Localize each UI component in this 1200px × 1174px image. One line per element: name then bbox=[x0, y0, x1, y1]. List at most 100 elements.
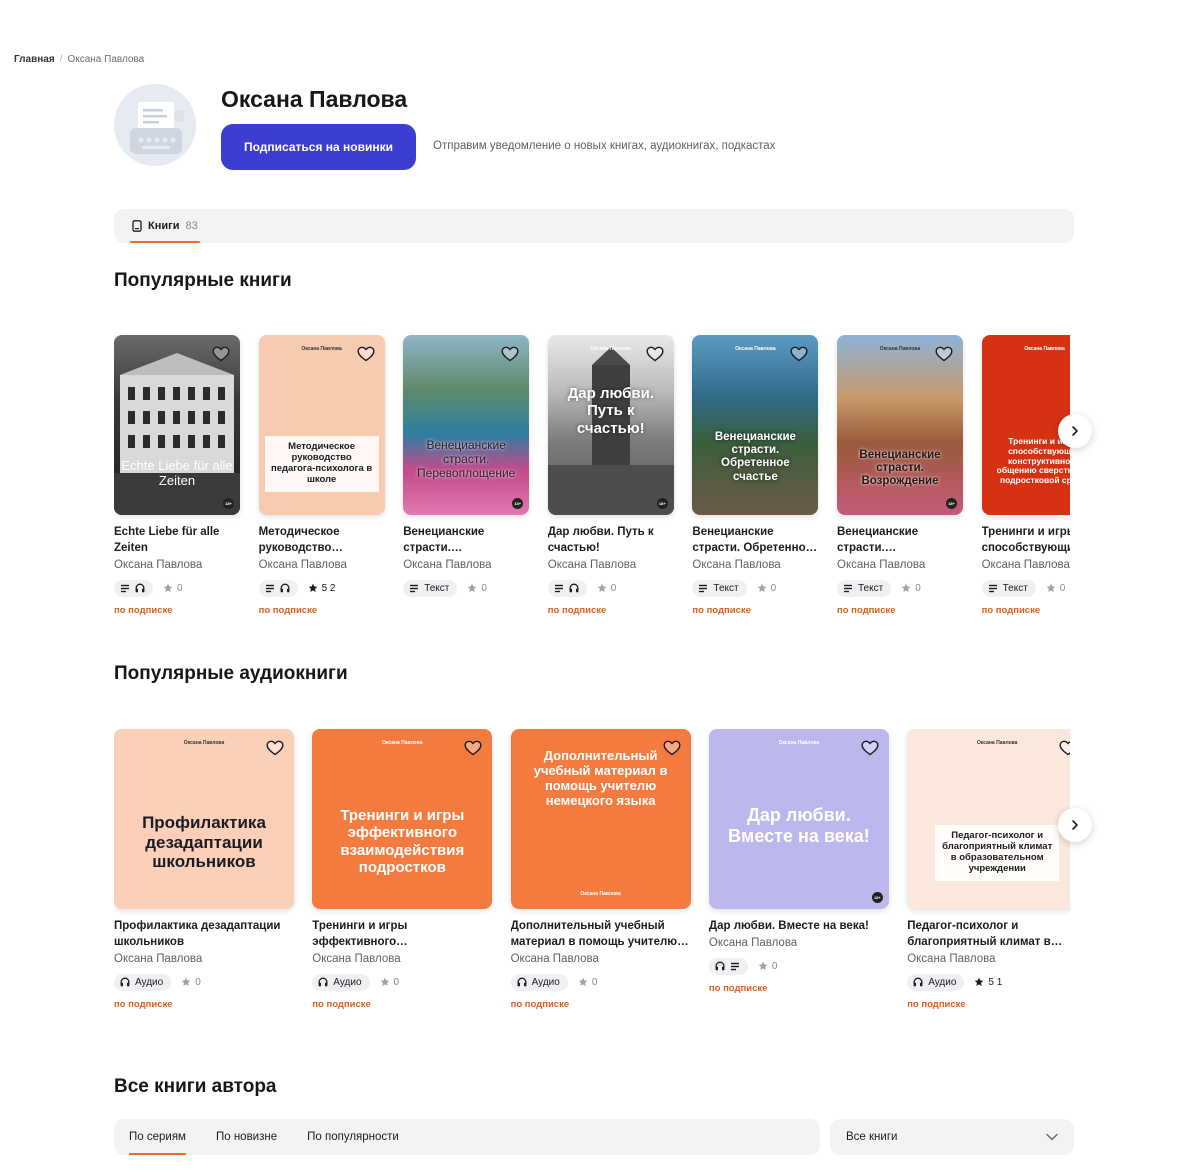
favorite-button[interactable] bbox=[789, 344, 809, 364]
rating-value: 0 bbox=[481, 582, 487, 594]
age-rating-badge: 18+ bbox=[512, 498, 524, 509]
rating-value: 5 2 bbox=[321, 582, 336, 594]
breadcrumb-separator: / bbox=[59, 54, 63, 65]
popular-books-track: Echte Liebe für alle Zeiten 18+ Echte Lieb… bbox=[114, 335, 1070, 635]
rating-value: 0 bbox=[770, 582, 777, 594]
book-cover[interactable]: Оксана Павлова Профилактика дезадаптации … bbox=[114, 729, 294, 909]
book-cover[interactable]: Оксана Павлова Педагог-психолог и благопр… bbox=[907, 729, 1070, 909]
subscription-label: по подписке bbox=[981, 605, 1041, 616]
book-cover[interactable]: Оксана Павлова Венецианские страсти. Обре… bbox=[692, 335, 819, 515]
headphones-icon bbox=[120, 977, 130, 987]
book-card[interactable]: Echte Liebe für alle Zeiten 18+ Echte Lieb… bbox=[114, 335, 240, 616]
favorite-button[interactable] bbox=[1058, 738, 1070, 758]
subscribe-button[interactable]: Подписаться на новинки bbox=[221, 124, 416, 170]
format-badge bbox=[547, 579, 587, 597]
subscription-label: по подписке bbox=[837, 605, 896, 616]
format-label: Аудио bbox=[928, 976, 957, 988]
book-card[interactable]: Оксана Павлова Венецианские страсти. Возр… bbox=[837, 335, 963, 616]
audiobook-card[interactable]: Оксана Павлова Дар любви. Вместе на века!… bbox=[708, 729, 889, 994]
book-card[interactable]: Оксана Павлова Дар любви. Путь к счастью!… bbox=[547, 335, 674, 616]
text-lines-icon bbox=[410, 584, 419, 592]
favorite-button[interactable] bbox=[463, 738, 483, 758]
subscription-label: по подписке bbox=[510, 999, 570, 1010]
favorite-button[interactable] bbox=[500, 344, 520, 364]
favorite-button[interactable] bbox=[211, 344, 231, 364]
rating-value: 5 1 bbox=[988, 976, 1003, 988]
heart-icon bbox=[464, 740, 482, 756]
all-books-title: Все книги автора bbox=[114, 1076, 277, 1097]
book-meta: 0 bbox=[708, 957, 889, 975]
headphones-icon bbox=[517, 977, 527, 987]
favorite-button[interactable] bbox=[934, 344, 954, 364]
subscription-label: по подписке bbox=[114, 999, 173, 1010]
favorite-button[interactable] bbox=[860, 738, 880, 758]
star-icon bbox=[758, 961, 768, 970]
age-rating-badge: 18+ bbox=[871, 892, 883, 903]
sort-tab-by-popularity[interactable]: По популярности bbox=[292, 1119, 414, 1155]
rating: 0 bbox=[578, 977, 597, 988]
audiobook-card[interactable]: Оксана Павлова Тренинги и игры эффективно… bbox=[312, 729, 493, 1010]
format-label: Текст bbox=[424, 582, 450, 594]
popular-audiobooks-next-button[interactable] bbox=[1058, 808, 1092, 842]
cover-title: Методическое руководство педагога-психол… bbox=[264, 436, 379, 492]
tab-books-label: Книги bbox=[148, 220, 180, 232]
rating: 0 bbox=[467, 583, 487, 594]
text-lines-icon bbox=[730, 962, 739, 970]
rating: 0 bbox=[901, 583, 921, 594]
book-card[interactable]: Оксана Павлова Методическое руководство п… bbox=[258, 335, 385, 616]
audiobook-card[interactable]: Оксана Павлова Дополнительный учебный мат… bbox=[510, 729, 691, 1010]
book-cover[interactable]: Оксана Павлова Венецианские страсти. Возр… bbox=[837, 335, 963, 515]
sort-tab-by-series[interactable]: По сериям bbox=[114, 1119, 201, 1155]
rating: 0 bbox=[758, 961, 777, 972]
subscription-label: по подписке bbox=[708, 983, 768, 994]
cover-author: Оксана Павлова bbox=[1024, 346, 1065, 352]
breadcrumb-home-link[interactable]: Главная bbox=[14, 54, 55, 65]
book-cover[interactable]: Оксана Павлова Дар любви. Путь к счастью!… bbox=[547, 335, 674, 515]
text-lines-icon bbox=[121, 584, 129, 592]
audiobook-card[interactable]: Оксана Павлова Профилактика дезадаптации … bbox=[114, 729, 294, 1010]
favorite-button[interactable] bbox=[662, 738, 682, 758]
heart-icon bbox=[646, 346, 664, 362]
book-cover[interactable]: Оксана Павлова Методическое руководство п… bbox=[258, 335, 385, 515]
book-cover[interactable]: Венецианские страсти. Перевоплощение 18+ bbox=[403, 335, 530, 515]
book-author: Оксана Павлова bbox=[510, 953, 599, 965]
book-cover[interactable]: Оксана Павлова Дополнительный учебный мат… bbox=[510, 729, 691, 909]
favorite-button[interactable] bbox=[265, 738, 285, 758]
book-meta: 0 bbox=[114, 579, 240, 597]
favorite-button[interactable] bbox=[356, 344, 376, 364]
rating-value: 0 bbox=[393, 976, 400, 988]
text-lines-icon bbox=[988, 584, 997, 592]
book-cover[interactable]: Оксана Павлова Дар любви. Вместе на века!… bbox=[708, 729, 889, 909]
format-badge: Аудио bbox=[907, 973, 965, 991]
book-title: Тренинги и игры, способствующие… bbox=[981, 526, 1070, 554]
subscription-label: по подписке bbox=[907, 999, 966, 1010]
book-author: Оксана Павлова bbox=[114, 953, 203, 965]
popular-books-next-button[interactable] bbox=[1058, 414, 1092, 448]
rating: 0 bbox=[757, 582, 777, 594]
cover-title: Тренинги и игры эффективного взаимодейст… bbox=[340, 807, 465, 876]
book-card[interactable]: Оксана Павлова Тренинги и игры, способств… bbox=[981, 335, 1070, 616]
book-author: Оксана Павлова bbox=[907, 953, 996, 965]
headphones-icon bbox=[715, 961, 725, 971]
format-badge: Текст bbox=[403, 579, 458, 597]
book-cover[interactable]: Оксана Павлова Тренинги и игры, способств… bbox=[981, 335, 1070, 515]
headphones-icon bbox=[569, 583, 579, 593]
favorite-button[interactable] bbox=[645, 344, 665, 364]
subscription-label: по подписке bbox=[312, 999, 371, 1010]
audiobook-card[interactable]: Оксана Павлова Педагог-психолог и благопр… bbox=[907, 729, 1070, 1010]
book-cover[interactable]: Echte Liebe für alle Zeiten 18+ bbox=[114, 335, 240, 515]
book-card[interactable]: Оксана Павлова Венецианские страсти. Обре… bbox=[692, 335, 819, 616]
author-name: Оксана Павлова bbox=[221, 86, 408, 112]
popular-books-title: Популярные книги bbox=[114, 270, 292, 291]
book-title: Педагог-психолог и благоприятный климат … bbox=[907, 920, 1063, 948]
rating: 0 bbox=[597, 583, 616, 594]
star-icon bbox=[380, 977, 389, 986]
subscription-label: по подписке bbox=[258, 605, 318, 616]
heart-icon bbox=[663, 740, 681, 756]
book-card[interactable]: Венецианские страсти. Перевоплощение 18+ В… bbox=[403, 335, 530, 597]
sort-tabs: По сериям По новизне По популярности bbox=[114, 1119, 820, 1155]
book-cover[interactable]: Оксана Павлова Тренинги и игры эффективно… bbox=[312, 729, 493, 909]
sort-tab-by-newest[interactable]: По новизне bbox=[201, 1119, 292, 1155]
books-type-select[interactable]: Все книги bbox=[830, 1119, 1074, 1155]
tab-books[interactable]: Книги 83 bbox=[130, 209, 200, 243]
